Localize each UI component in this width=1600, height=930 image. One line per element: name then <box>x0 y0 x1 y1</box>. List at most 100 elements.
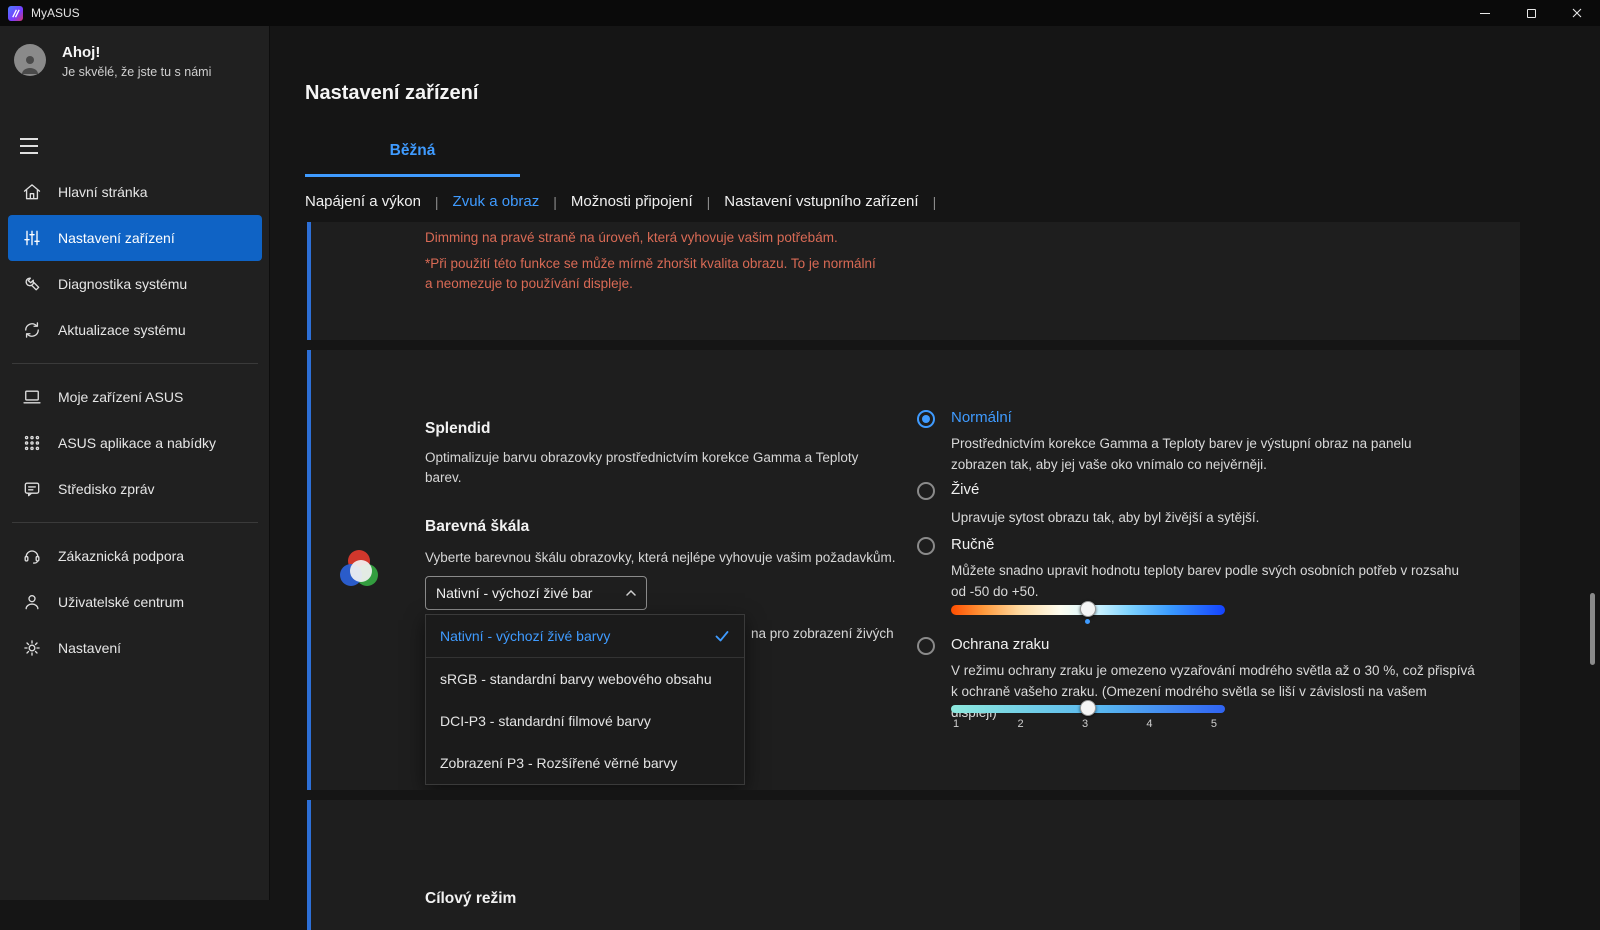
minimize-icon <box>1480 13 1490 14</box>
target-mode-title: Cílový režim <box>425 890 516 908</box>
dropdown-option-label: Nativní - výchozí živé barvy <box>440 628 714 644</box>
apps-icon <box>22 433 42 453</box>
subtab-separator: | <box>435 194 439 210</box>
mode-label-normal[interactable]: Normální <box>951 409 1012 426</box>
splendid-description: Optimalizuje barvu obrazovky prostřednic… <box>425 448 885 489</box>
settings-icon <box>22 638 42 658</box>
update-icon <box>22 320 42 340</box>
dropdown-option-dcip3[interactable]: DCI-P3 - standardní filmové barvy <box>426 700 744 742</box>
subtab-power[interactable]: Napájení a výkon <box>305 193 421 210</box>
hamburger-menu-icon[interactable] <box>20 138 38 159</box>
subtab-connectivity[interactable]: Možnosti připojení <box>571 193 693 210</box>
splendid-color-icon <box>339 550 379 590</box>
sidebar-item-my-asus-devices[interactable]: Moje zařízení ASUS <box>8 374 262 420</box>
dropdown-option-label: Zobrazení P3 - Rozšířené věrné barvy <box>440 755 730 771</box>
myasus-logo-icon <box>8 6 23 21</box>
color-gamut-description: Vyberte barevnou škálu obrazovky, která … <box>425 548 905 568</box>
sidebar-item-label: Hlavní stránka <box>58 184 147 200</box>
messages-icon <box>22 479 42 499</box>
sidebar-item-settings[interactable]: Nastavení <box>8 625 262 671</box>
mode-label-manual[interactable]: Ručně <box>951 536 994 553</box>
splendid-title: Splendid <box>425 420 490 438</box>
chevron-up-icon <box>624 586 638 600</box>
home-icon <box>22 182 42 202</box>
sidebar-divider <box>12 522 258 523</box>
dropdown-option-displayp3[interactable]: Zobrazení P3 - Rozšířené věrné barvy <box>426 742 744 784</box>
close-icon <box>1572 8 1582 18</box>
color-temperature-slider-handle[interactable] <box>1080 601 1096 617</box>
obscured-text-fragment: na pro zobrazení živých <box>751 626 894 641</box>
sidebar-item-label: Moje zařízení ASUS <box>58 389 183 405</box>
sidebar-item-label: Aktualizace systému <box>58 322 186 338</box>
sidebar-item-diagnostics[interactable]: Diagnostika systému <box>8 261 262 307</box>
sidebar-item-label: ASUS aplikace a nabídky <box>58 435 216 451</box>
subtab-separator: | <box>707 194 711 210</box>
dropdown-option-native[interactable]: Nativní - výchozí živé barvy <box>426 615 744 658</box>
sidebar-item-asus-apps[interactable]: ASUS aplikace a nabídky <box>8 420 262 466</box>
radio-eyecare[interactable] <box>917 637 935 655</box>
maximize-button[interactable] <box>1508 0 1554 26</box>
profile: Ahoj! Je skvělé, že jste tu s námi <box>14 44 211 79</box>
tick-label: 5 <box>1211 718 1217 730</box>
tick-label: 4 <box>1146 718 1152 730</box>
subtab-separator: | <box>553 194 557 210</box>
user-icon <box>22 592 42 612</box>
sidebar: Ahoj! Je skvělé, že jste tu s námi Hlavn… <box>0 26 270 900</box>
eye-protection-slider[interactable] <box>951 705 1225 713</box>
sidebar-divider <box>12 363 258 364</box>
color-temperature-slider[interactable] <box>951 605 1225 615</box>
page-title: Nastavení zařízení <box>305 82 478 105</box>
dropdown-option-label: DCI-P3 - standardní filmové barvy <box>440 713 730 729</box>
subtabs: Napájení a výkon | Zvuk a obraz | Možnos… <box>305 193 936 210</box>
mode-label-vivid[interactable]: Živé <box>951 481 979 498</box>
check-icon <box>714 628 730 644</box>
tab-common[interactable]: Běžná <box>305 142 520 177</box>
sidebar-item-user-center[interactable]: Uživatelské centrum <box>8 579 262 625</box>
sidebar-item-label: Středisko zpráv <box>58 481 154 497</box>
scrollbar-thumb[interactable] <box>1590 593 1595 665</box>
eye-slider-ticks: 1 2 3 4 5 <box>953 718 1217 730</box>
radio-normal[interactable] <box>917 410 935 428</box>
tick-label: 3 <box>1082 718 1088 730</box>
mode-label-eyecare[interactable]: Ochrana zraku <box>951 636 1049 653</box>
app-title: MyASUS <box>31 6 80 20</box>
warning-card: Dimming na pravé straně na úroveň, která… <box>307 222 1520 340</box>
avatar[interactable] <box>14 44 46 76</box>
tick-label: 1 <box>953 718 959 730</box>
radio-manual[interactable] <box>917 537 935 555</box>
main-content: Nastavení zařízení Běžná Napájení a výko… <box>270 26 1600 900</box>
sidebar-item-label: Zákaznická podpora <box>58 548 184 564</box>
sidebar-item-customer-support[interactable]: Zákaznická podpora <box>8 533 262 579</box>
dropdown-option-srgb[interactable]: sRGB - standardní barvy webového obsahu <box>426 658 744 700</box>
mode-desc-manual: Můžete snadno upravit hodnotu teploty ba… <box>951 561 1463 603</box>
splendid-card: Splendid Optimalizuje barvu obrazovky pr… <box>307 350 1520 790</box>
device-settings-icon <box>22 228 42 248</box>
slider-center-marker <box>1085 619 1090 624</box>
warning-text-line1: Dimming na pravé straně na úroveň, která… <box>425 230 1185 245</box>
sidebar-item-label: Uživatelské centrum <box>58 594 184 610</box>
minimize-button[interactable] <box>1462 0 1508 26</box>
eye-protection-slider-handle[interactable] <box>1080 700 1096 716</box>
close-button[interactable] <box>1554 0 1600 26</box>
color-gamut-dropdown: Nativní - výchozí živé barvy sRGB - stan… <box>425 614 745 785</box>
color-gamut-select[interactable]: Nativní - výchozí živé bar <box>425 576 647 610</box>
sidebar-item-update[interactable]: Aktualizace systému <box>8 307 262 353</box>
greeting-title: Ahoj! <box>62 44 211 61</box>
diagnostics-icon <box>22 274 42 294</box>
subtab-input-device[interactable]: Nastavení vstupního zařízení <box>724 193 918 210</box>
color-gamut-title: Barevná škála <box>425 518 529 536</box>
warning-text-line2: *Při použití této funkce se může mírně z… <box>425 254 880 293</box>
select-value: Nativní - výchozí živé bar <box>436 585 624 601</box>
sidebar-item-home[interactable]: Hlavní stránka <box>8 169 262 215</box>
mode-desc-vivid: Upravuje sytost obrazu tak, aby byl živě… <box>951 508 1463 529</box>
sidebar-item-device-settings[interactable]: Nastavení zařízení <box>8 215 262 261</box>
mode-desc-normal: Prostřednictvím korekce Gamma a Teploty … <box>951 434 1463 476</box>
sidebar-item-message-center[interactable]: Středisko zpráv <box>8 466 262 512</box>
subtab-audio-visual[interactable]: Zvuk a obraz <box>453 193 540 210</box>
sidebar-item-label: Nastavení <box>58 640 121 656</box>
dropdown-option-label: sRGB - standardní barvy webového obsahu <box>440 671 730 687</box>
greeting-subtitle: Je skvělé, že jste tu s námi <box>62 65 211 79</box>
sidebar-nav: Hlavní stránka Nastavení zařízení Diagno… <box>0 169 270 671</box>
radio-vivid[interactable] <box>917 482 935 500</box>
sidebar-item-label: Diagnostika systému <box>58 276 187 292</box>
